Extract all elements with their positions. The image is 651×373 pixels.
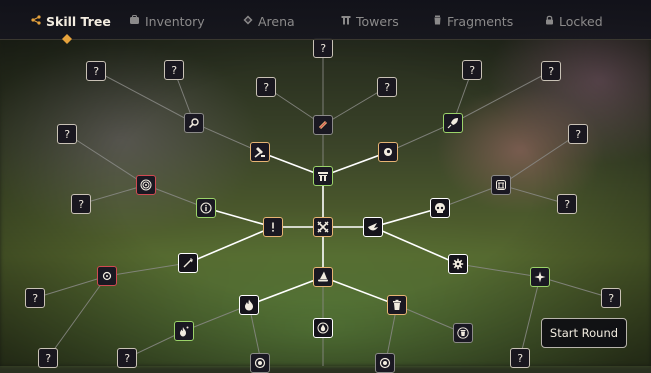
skill-node-core[interactable] bbox=[313, 217, 333, 237]
locked-skill-node[interactable]: ? bbox=[377, 77, 397, 97]
skill-node-exclamation[interactable] bbox=[263, 217, 283, 237]
skill-node-bottom-b[interactable] bbox=[375, 353, 395, 373]
tab-skill-tree[interactable]: Skill Tree bbox=[31, 13, 111, 29]
skill-node-hammer[interactable] bbox=[250, 142, 270, 162]
active-tab-indicator bbox=[62, 34, 72, 44]
crossed-swords-icon bbox=[317, 221, 329, 233]
target-icon bbox=[140, 179, 152, 191]
trash-icon bbox=[393, 299, 401, 310]
fire-icon bbox=[245, 299, 253, 311]
hammer-icon bbox=[254, 147, 265, 158]
locked-skill-node[interactable]: ? bbox=[256, 77, 276, 97]
skill-node-magnify[interactable] bbox=[184, 113, 204, 133]
skill-node-rocket-right[interactable] bbox=[443, 113, 463, 133]
locked-skill-node[interactable]: ? bbox=[57, 124, 77, 144]
start-round-button[interactable]: Start Round bbox=[541, 318, 627, 348]
tower-icon bbox=[318, 172, 328, 181]
tab-arena[interactable]: Arena bbox=[243, 13, 295, 29]
skill-node-wand[interactable] bbox=[178, 253, 198, 273]
locked-skill-node[interactable]: ? bbox=[568, 124, 588, 144]
skull-icon bbox=[435, 203, 445, 213]
skill-node-crosshair[interactable] bbox=[97, 266, 117, 286]
tab-towers[interactable]: Towers bbox=[341, 13, 399, 29]
wand-icon bbox=[183, 258, 193, 268]
info-icon bbox=[200, 202, 212, 214]
tab-label: Skill Tree bbox=[46, 13, 111, 29]
trash-icon bbox=[457, 327, 469, 339]
rocket-icon bbox=[447, 118, 458, 129]
skill-node-trash-grey[interactable] bbox=[453, 323, 473, 343]
skill-node-drop[interactable] bbox=[313, 318, 333, 338]
exclamation-icon bbox=[272, 222, 274, 232]
skill-node-gear[interactable] bbox=[448, 254, 468, 274]
tab-locked[interactable]: Locked bbox=[545, 13, 603, 29]
locked-skill-node[interactable]: ? bbox=[71, 194, 91, 214]
locked-skill-node[interactable]: ? bbox=[313, 38, 333, 58]
locked-skill-node[interactable]: ? bbox=[462, 60, 482, 80]
bird-icon bbox=[368, 223, 378, 231]
skill-node-sparkle[interactable] bbox=[530, 267, 550, 287]
coin-icon bbox=[379, 357, 391, 369]
tab-inventory[interactable]: Inventory bbox=[129, 13, 205, 29]
crosshair-icon bbox=[102, 271, 112, 281]
top-nav-bar: Skill Tree Inventory Arena Towers Fragme… bbox=[0, 0, 651, 44]
diamond-icon bbox=[243, 15, 253, 28]
jar-icon bbox=[433, 15, 442, 28]
locked-skill-node[interactable]: ? bbox=[117, 348, 137, 368]
tab-label: Fragments bbox=[447, 13, 514, 29]
locked-skill-node[interactable]: ? bbox=[164, 60, 184, 80]
skill-node-skull[interactable] bbox=[430, 198, 450, 218]
skill-node-rocket-badge[interactable] bbox=[313, 115, 333, 135]
skill-node-hat[interactable] bbox=[313, 267, 333, 287]
tab-label: Locked bbox=[559, 13, 603, 29]
magnifier-icon bbox=[188, 118, 199, 129]
locked-skill-node[interactable]: ? bbox=[25, 288, 45, 308]
gear-icon bbox=[452, 258, 464, 270]
eye-icon bbox=[384, 148, 392, 156]
skill-node-info[interactable] bbox=[196, 198, 216, 218]
locked-skill-node[interactable]: ? bbox=[510, 348, 530, 368]
tower-icon bbox=[341, 15, 351, 28]
tab-label: Arena bbox=[258, 13, 295, 29]
skill-node-bird[interactable] bbox=[363, 217, 383, 237]
fire-icon bbox=[180, 326, 189, 337]
skill-node-bottom-a[interactable] bbox=[250, 353, 270, 373]
sparkle-icon bbox=[534, 271, 546, 283]
drop-icon bbox=[317, 322, 329, 334]
backpack-icon bbox=[129, 14, 140, 28]
locked-skill-node[interactable]: ? bbox=[86, 61, 106, 81]
locked-skill-node[interactable]: ? bbox=[541, 61, 561, 81]
shrine-icon bbox=[496, 180, 506, 190]
tab-label: Inventory bbox=[145, 13, 205, 29]
rocket-icon bbox=[318, 120, 328, 130]
skill-node-eye[interactable] bbox=[378, 142, 398, 162]
skill-node-fire[interactable] bbox=[239, 295, 259, 315]
tab-fragments[interactable]: Fragments bbox=[433, 13, 513, 29]
coin-icon bbox=[254, 357, 266, 369]
skill-node-shrine[interactable] bbox=[491, 175, 511, 195]
skill-node-fire-small[interactable] bbox=[174, 321, 194, 341]
locked-skill-node[interactable]: ? bbox=[557, 194, 577, 214]
skill-node-trash[interactable] bbox=[387, 295, 407, 315]
share-nodes-icon bbox=[31, 14, 41, 28]
lock-icon bbox=[545, 15, 554, 28]
wizard-hat-icon bbox=[318, 271, 328, 282]
locked-skill-node[interactable]: ? bbox=[601, 288, 621, 308]
skill-node-target[interactable] bbox=[136, 175, 156, 195]
skill-node-tower[interactable] bbox=[313, 166, 333, 186]
tab-label: Towers bbox=[356, 13, 399, 29]
locked-skill-node[interactable]: ? bbox=[38, 348, 58, 368]
